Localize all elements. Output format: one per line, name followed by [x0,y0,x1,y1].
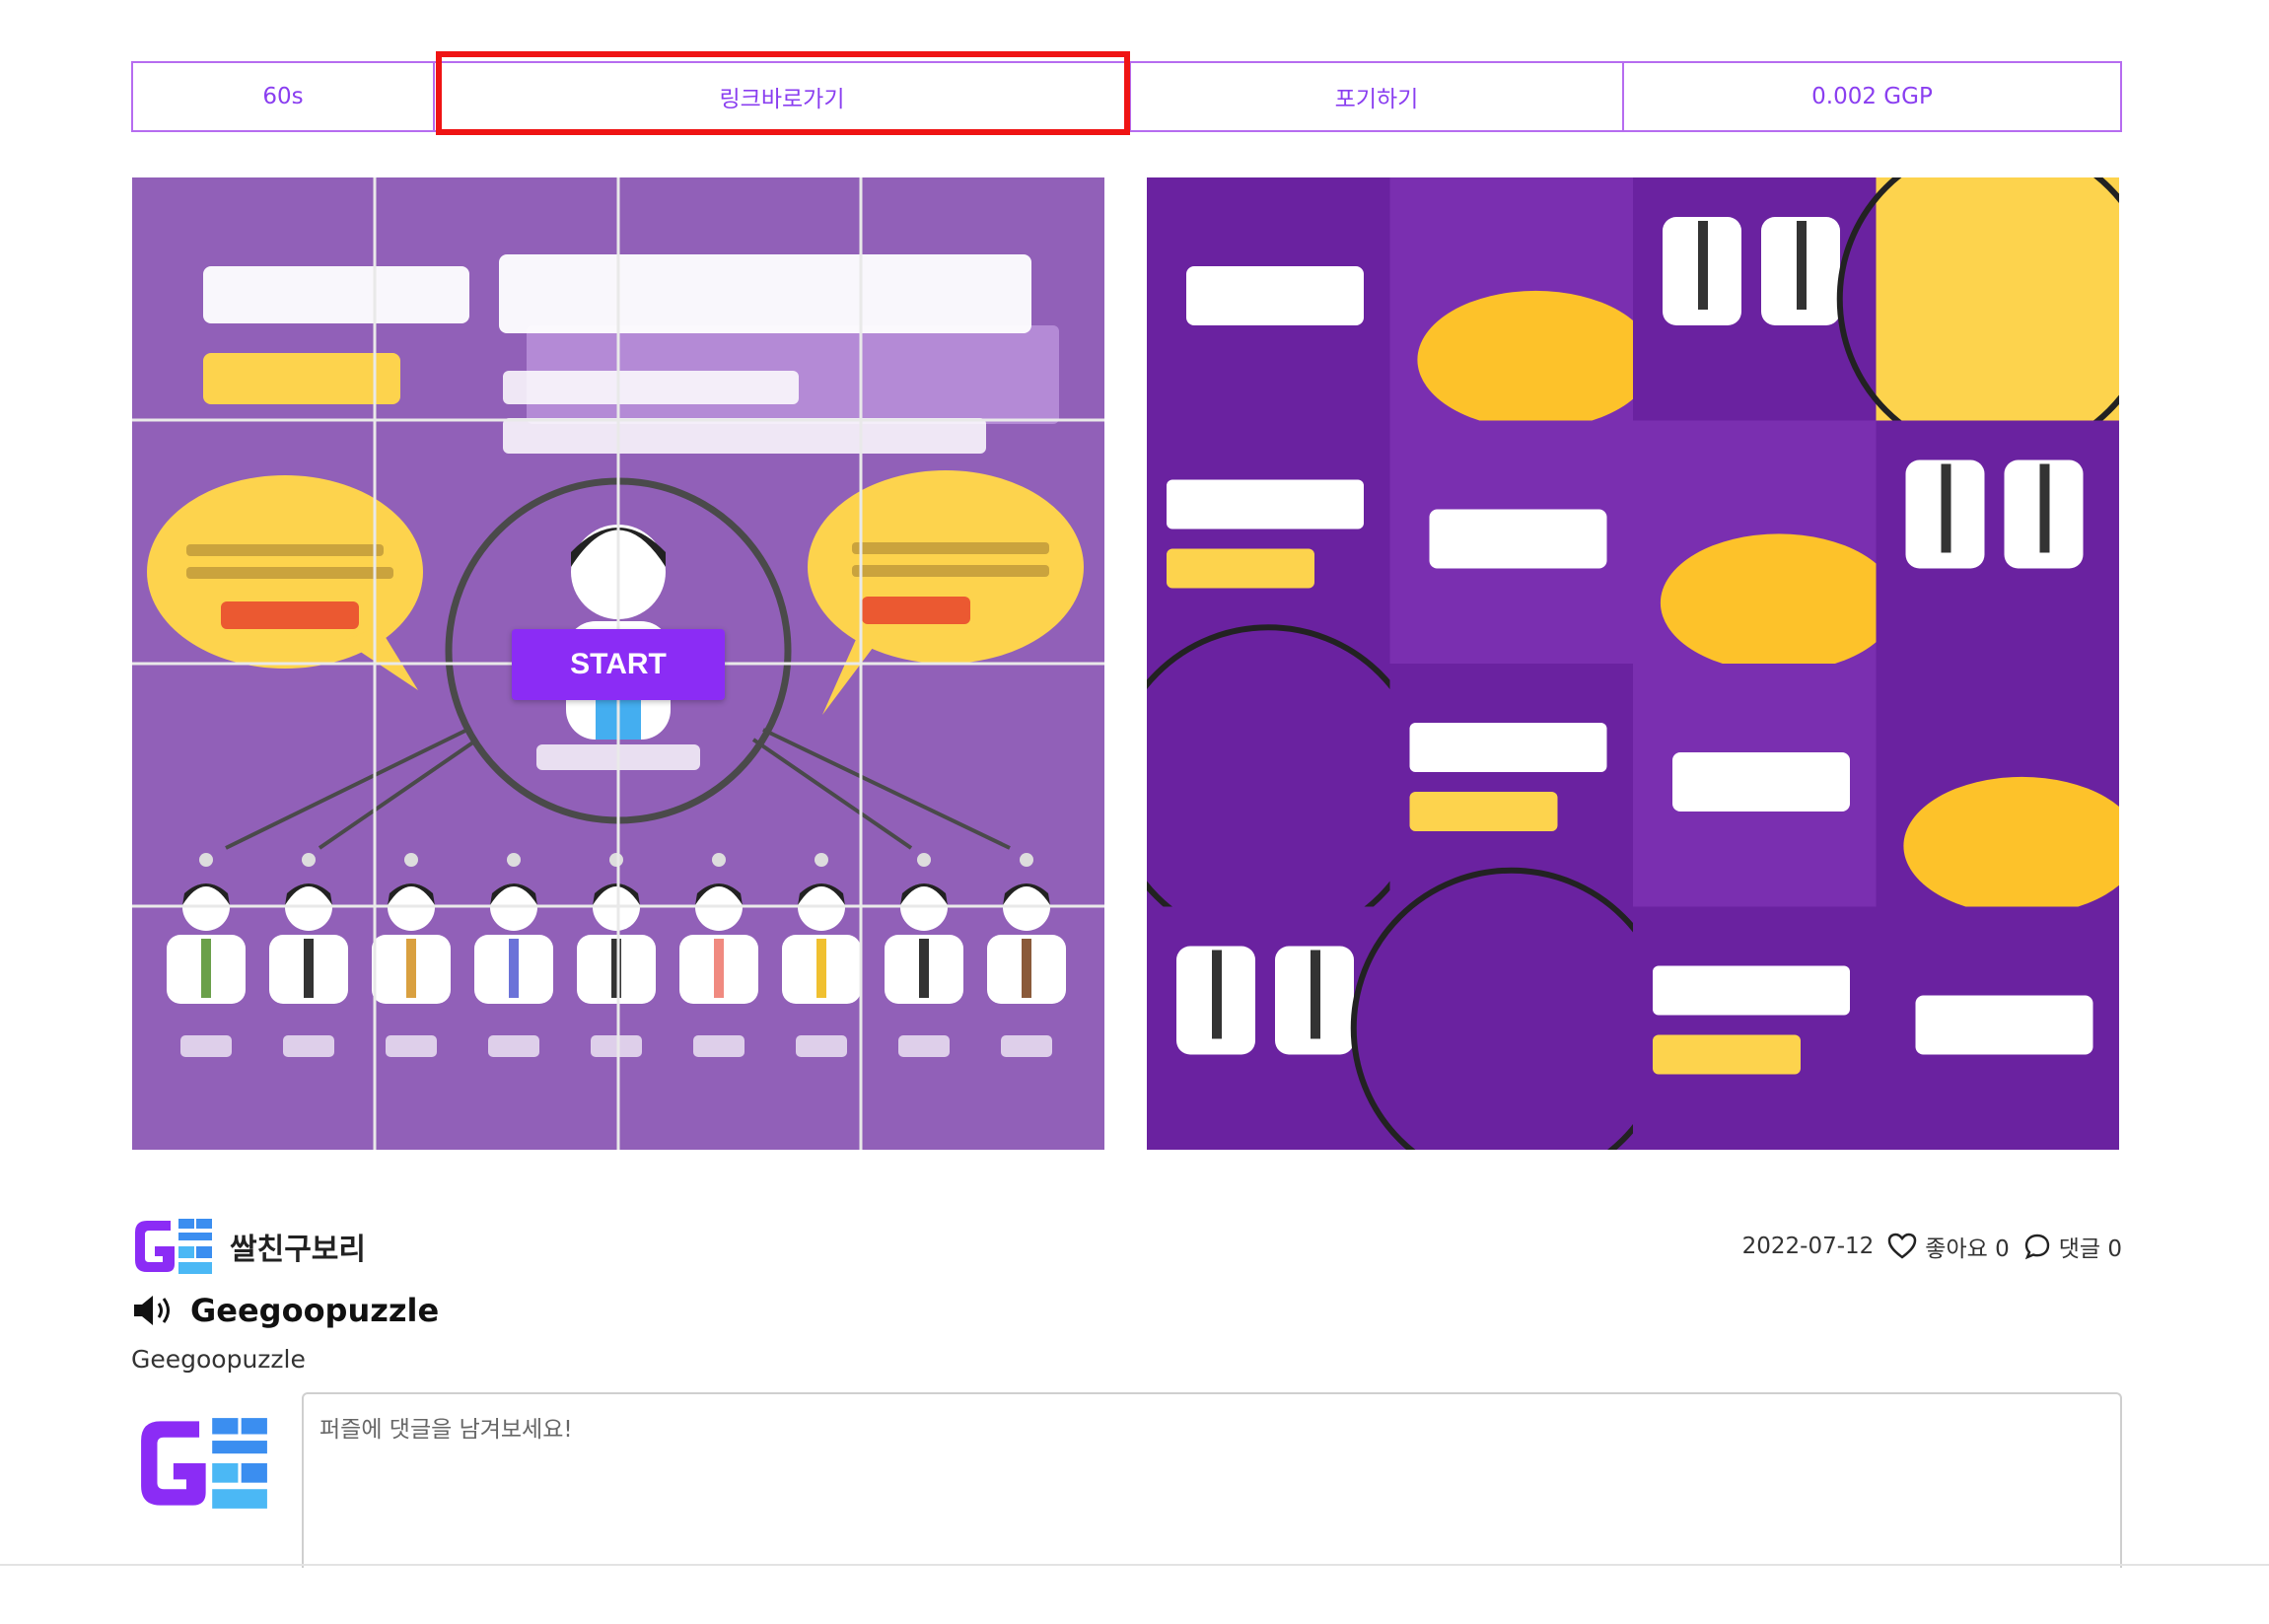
puzzle-tile[interactable] [1633,664,1877,907]
post-date: 2022-07-12 [1741,1234,1875,1259]
comment-input[interactable] [302,1392,2122,1568]
post-stats: 2022-07-12 좋아요 0 댓글 0 [1742,1230,2122,1263]
post-description: Geegoopuzzle [131,1345,306,1374]
puzzle-board[interactable]: START [132,177,1104,1150]
puzzle-tile[interactable] [1876,906,2120,1151]
scrambled-tiles-image [1147,177,2119,1150]
scrambled-puzzle-board[interactable] [1147,177,2119,1150]
comments-link[interactable]: 댓글 0 [2023,1230,2122,1263]
puzzle-tile[interactable] [1633,420,1897,672]
timer-display: 60s [133,63,435,130]
puzzle-tile[interactable] [1147,624,1430,947]
puzzle-page: 60s 링크바로가기 포기하기 0.002 GGP START 쌀친구보리 20… [0,0,2269,1624]
like-button[interactable]: 좋아요 0 [1887,1230,2010,1263]
likes-count: 좋아요 0 [1925,1236,2010,1262]
give-up-button[interactable]: 포기하기 [1131,63,1624,130]
comments-count: 댓글 0 [2058,1236,2122,1262]
speech-bubble-icon [2024,1234,2049,1260]
reward-display: 0.002 GGP [1811,84,1933,109]
heart-icon [1888,1233,1917,1259]
page-divider [0,1564,2269,1566]
puzzle-tile[interactable] [1147,177,1390,421]
geegoo-logo-icon[interactable] [131,1211,216,1282]
post-title: Geegoopuzzle [190,1292,440,1329]
puzzle-tile[interactable] [1876,664,2120,915]
author-name[interactable]: 쌀친구보리 [230,1225,366,1268]
puzzle-tile[interactable] [1633,906,1877,1151]
commenter-avatar-icon [141,1418,267,1509]
speaker-icon[interactable] [131,1293,175,1328]
puzzle-tile[interactable] [1876,420,2120,665]
puzzle-toolbar: 60s 링크바로가기 포기하기 0.002 GGP [131,61,2122,132]
puzzle-tile[interactable] [1350,867,1672,1150]
puzzle-tile[interactable] [1389,420,1634,665]
start-button[interactable]: START [512,629,725,700]
link-shortcut-button[interactable]: 링크바로가기 [435,63,1131,130]
post-meta-row: 쌀친구보리 2022-07-12 좋아요 0 댓글 0 [131,1211,2122,1282]
puzzle-tile[interactable] [1389,177,1655,429]
puzzle-tile[interactable] [1836,177,2119,460]
post-title-row: Geegoopuzzle [131,1292,439,1329]
